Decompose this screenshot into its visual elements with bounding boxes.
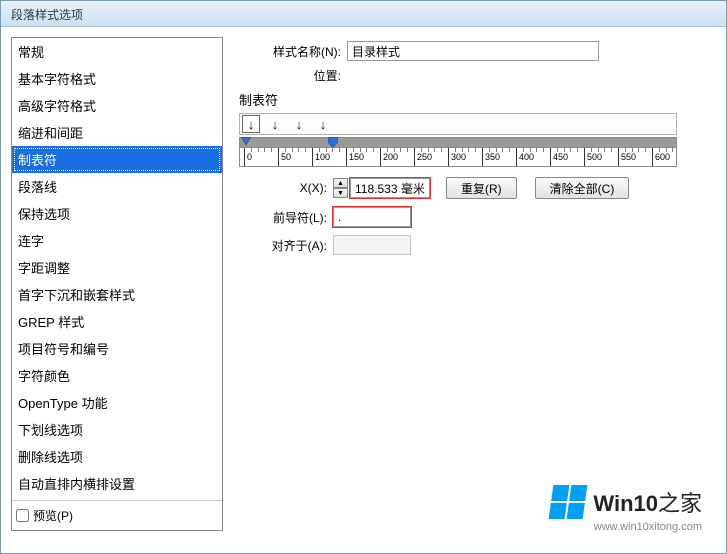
x-stepper[interactable]: ▲ ▼ (333, 178, 348, 198)
logo-brand: Win10 (593, 491, 658, 516)
sidebar-item[interactable]: 高级字符格式 (12, 92, 222, 119)
sidebar-item[interactable]: 首字下沉和嵌套样式 (12, 281, 222, 308)
sidebar-item[interactable]: GREP 样式 (12, 308, 222, 335)
sidebar-item[interactable]: 字距调整 (12, 254, 222, 281)
category-list[interactable]: 常规基本字符格式高级字符格式缩进和间距制表符段落线保持选项连字字距调整首字下沉和… (12, 38, 222, 500)
leader-label: 前导符(L): (243, 209, 333, 226)
tabstop-alignment-toolbar: ↓ ↓ ↓ ↓ (239, 113, 677, 135)
preview-row: 预览(P) (12, 500, 222, 530)
location-row: 位置: (265, 67, 714, 84)
decimal-tab-icon[interactable]: ↓ (314, 115, 332, 133)
style-name-row: 样式名称(N): (265, 41, 714, 61)
x-step-down[interactable]: ▼ (333, 188, 348, 198)
titlebar: 段落样式选项 (1, 1, 726, 27)
clear-all-button[interactable]: 清除全部(C) (535, 177, 630, 199)
right-tab-icon[interactable]: ↓ (290, 115, 308, 133)
dialog-window: 段落样式选项 常规基本字符格式高级字符格式缩进和间距制表符段落线保持选项连字字距… (0, 0, 727, 554)
window-title: 段落样式选项 (11, 8, 83, 22)
sidebar-item[interactable]: 保持选项 (12, 200, 222, 227)
first-line-indent-marker[interactable] (241, 137, 251, 147)
sidebar-item[interactable]: 字符颜色 (12, 362, 222, 389)
dialog-body: 常规基本字符格式高级字符格式缩进和间距制表符段落线保持选项连字字距调整首字下沉和… (1, 27, 726, 553)
section-title: 制表符 (239, 90, 714, 109)
leader-input[interactable] (333, 207, 411, 227)
sidebar-item[interactable]: 项目符号和编号 (12, 335, 222, 362)
sidebar-item[interactable]: 删除线选项 (12, 443, 222, 470)
logo-suffix: 之家 (658, 491, 702, 516)
sidebar-item[interactable]: 连字 (12, 227, 222, 254)
center-tab-icon[interactable]: ↓ (266, 115, 284, 133)
preview-label: 预览(P) (33, 507, 73, 524)
ruler-tab-strip[interactable] (239, 137, 677, 147)
sidebar-item[interactable]: 段落线 (12, 173, 222, 200)
preview-checkbox[interactable] (16, 509, 29, 522)
style-name-input[interactable] (347, 41, 599, 61)
align-to-row: 对齐于(A): (243, 235, 714, 255)
ruler[interactable] (239, 137, 677, 167)
align-to-label: 对齐于(A): (243, 237, 333, 254)
windows-flag-icon (549, 485, 588, 519)
sidebar-item[interactable]: 基本字符格式 (12, 65, 222, 92)
leader-row: 前导符(L): (243, 207, 714, 227)
watermark-logo: Win10之家 www.win10xitong.com (551, 485, 702, 533)
x-value-input[interactable] (350, 178, 430, 198)
sidebar-item[interactable]: 缩进和间距 (12, 119, 222, 146)
sidebar-item[interactable]: 制表符 (12, 146, 222, 173)
location-label: 位置: (265, 67, 347, 84)
x-step-up[interactable]: ▲ (333, 178, 348, 188)
style-name-label: 样式名称(N): (265, 43, 347, 60)
ruler-scale[interactable] (239, 147, 677, 167)
main-panel: 样式名称(N): 位置: 制表符 ↓ ↓ ↓ ↓ (237, 37, 716, 543)
sidebar-item[interactable]: 自动直排内横排设置 (12, 470, 222, 497)
left-tab-icon[interactable]: ↓ (242, 115, 260, 133)
logo-url: www.win10xitong.com (551, 521, 702, 533)
x-position-row: X(X): ▲ ▼ 重复(R) 清除全部(C) (243, 177, 714, 199)
sidebar-item[interactable]: 下划线选项 (12, 416, 222, 443)
sidebar-item[interactable]: OpenType 功能 (12, 389, 222, 416)
repeat-button[interactable]: 重复(R) (446, 177, 517, 199)
category-sidebar: 常规基本字符格式高级字符格式缩进和间距制表符段落线保持选项连字字距调整首字下沉和… (11, 37, 223, 531)
align-to-input (333, 235, 411, 255)
x-label: X(X): (243, 181, 333, 195)
sidebar-item[interactable]: 常规 (12, 38, 222, 65)
